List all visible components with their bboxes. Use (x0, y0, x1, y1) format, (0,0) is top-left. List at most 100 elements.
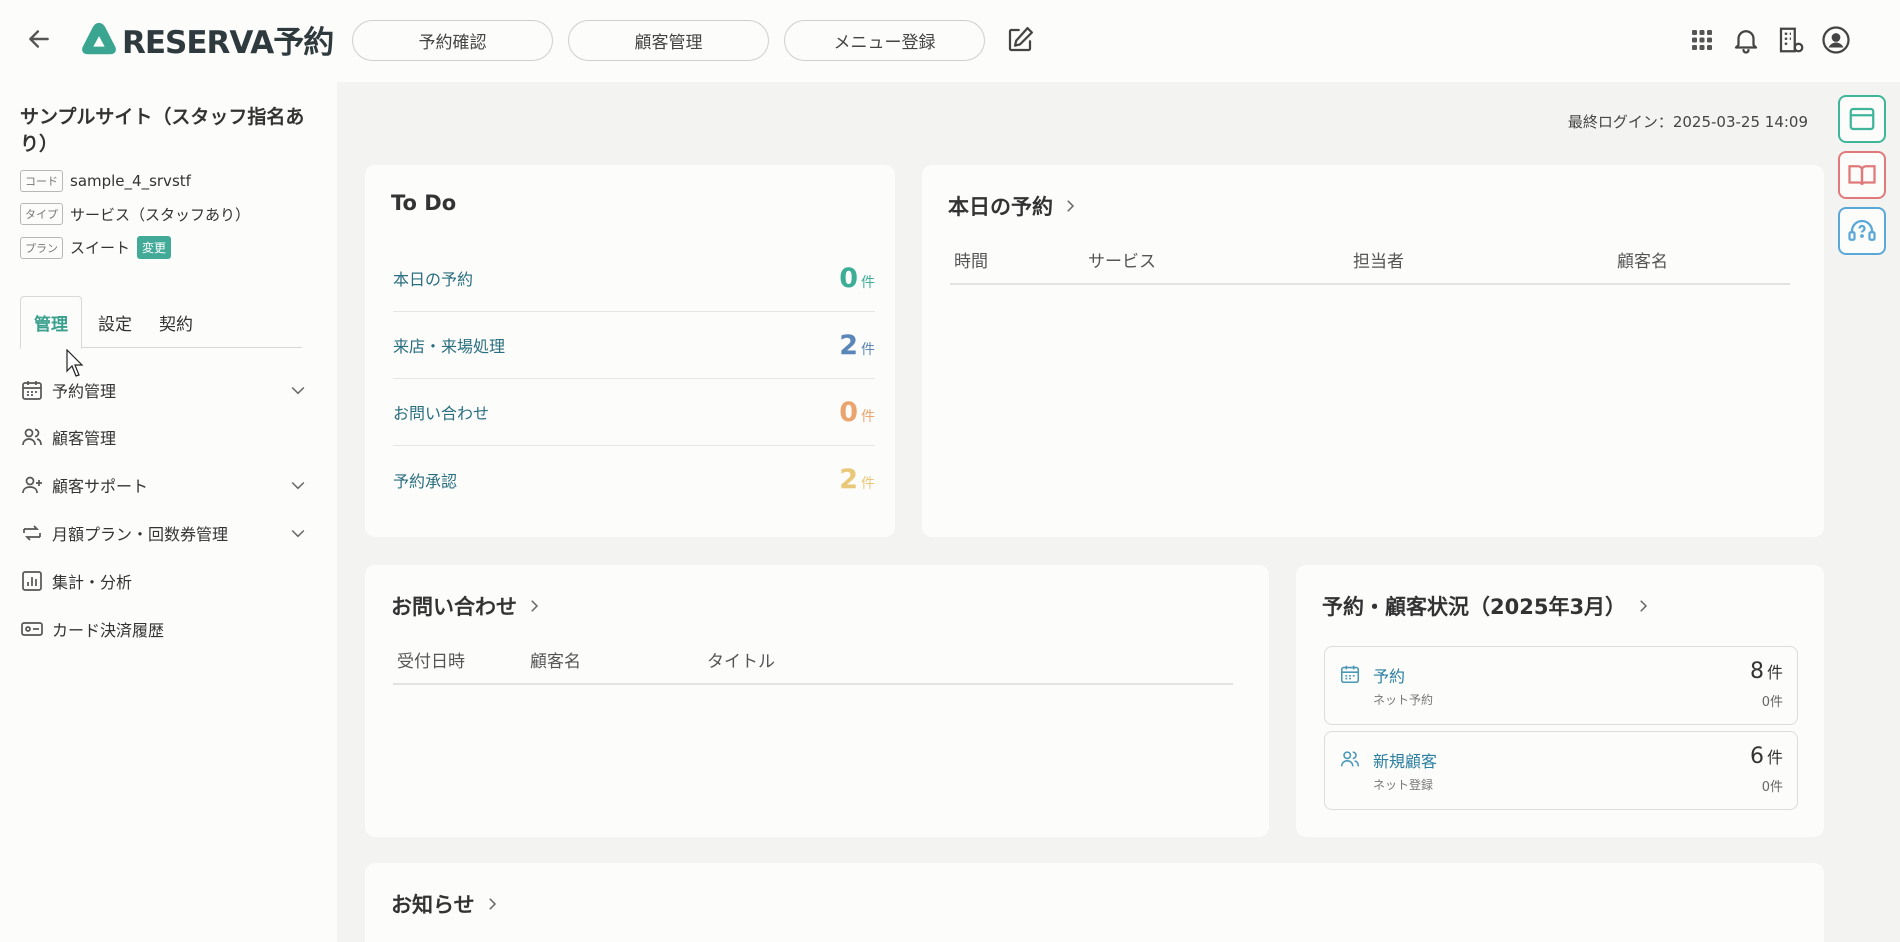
stat-subcount: 0件 (1761, 780, 1783, 795)
card-title-text: 予約・顧客状況（2025年3月） (1322, 595, 1627, 619)
todo-count: 0 件 (839, 397, 875, 428)
calendar-icon (22, 381, 42, 400)
sidebar-item-reservation-management[interactable]: 予約管理 (20, 370, 308, 410)
account-avatar-icon[interactable] (1821, 25, 1851, 55)
news-card: お知らせ (365, 863, 1824, 942)
back-arrow-icon[interactable] (26, 26, 52, 52)
chevron-right-icon (531, 600, 539, 612)
code-tag: コード (20, 170, 63, 192)
todo-title: To Do (391, 191, 456, 215)
building-settings-icon[interactable] (1776, 25, 1806, 55)
code-row: コード sample_4_srvstf (20, 170, 191, 192)
sidebar-item-customer-support[interactable]: 顧客サポート (20, 465, 308, 505)
todo-row-checkin[interactable]: 来店・来場処理 2 件 (393, 312, 875, 379)
today-reservations-title[interactable]: 本日の予約 (948, 191, 1079, 221)
sidebar-item-subscription-management[interactable]: 月額プラン・回数券管理 (20, 513, 308, 553)
card-icon (21, 622, 43, 636)
stat-subcount: 0件 (1761, 695, 1783, 710)
browser-window-icon (1849, 107, 1875, 131)
type-value: サービス（スタッフあり） (70, 205, 251, 224)
sidebar: サンプルサイト（スタッフ指名あり） コード sample_4_srvstf タイ… (0, 82, 337, 942)
sidebar-tabs: 管理 設定 契約 (20, 296, 302, 349)
repeat-icon (23, 525, 41, 541)
card-title-text: 本日の予約 (948, 195, 1053, 219)
nav-customer-management[interactable]: 顧客管理 (568, 20, 769, 61)
todo-number: 0 (839, 262, 858, 294)
stat-box-new-customers[interactable]: 新規顧客 ネット登録 6 件 0件 (1324, 731, 1798, 810)
type-row: タイプ サービス（スタッフあり） (20, 203, 250, 225)
sidebar-item-analytics[interactable]: 集計・分析 (20, 561, 308, 601)
todo-unit: 件 (861, 341, 875, 358)
stat-count: 6 件 (1750, 744, 1783, 769)
menu-label: 月額プラン・回数券管理 (52, 525, 229, 544)
todo-number: 0 (839, 396, 858, 428)
top-header: RESERVA予約 予約確認 顧客管理 メニュー登録 (0, 0, 1900, 82)
chevron-right-icon (488, 898, 496, 910)
calendar-icon (1340, 665, 1360, 684)
column-header: 顧客名 (1617, 252, 1668, 272)
tab-management[interactable]: 管理 (20, 296, 82, 349)
float-support-button[interactable] (1838, 207, 1886, 255)
column-header: 受付日時 (397, 652, 465, 672)
column-header: タイトル (707, 652, 775, 672)
chevron-down-icon (291, 529, 305, 538)
todo-row-approval[interactable]: 予約承認 2 件 (393, 446, 875, 513)
logo-mark-icon (82, 22, 116, 55)
stat-number: 8 (1749, 659, 1764, 684)
plan-tag: プラン (20, 236, 63, 259)
sidebar-item-customer-management[interactable]: 顧客管理 (20, 417, 308, 457)
todo-count: 2 件 (839, 330, 875, 361)
plan-value: スイート (70, 239, 131, 257)
column-header: サービス (1088, 252, 1156, 272)
todo-number: 2 (839, 329, 858, 361)
bar-chart-icon (22, 571, 42, 591)
table-divider (393, 683, 1233, 685)
inquiries-title[interactable]: お問い合わせ (391, 591, 543, 621)
site-name: サンプルサイト（スタッフ指名あり） (20, 106, 305, 155)
plan-change-button[interactable]: 変更 (137, 236, 172, 259)
todo-card: To Do 本日の予約 0 件 来店・来場処理 2 件 お問い合わせ 0 件 予… (365, 165, 895, 537)
reservation-status-title[interactable]: 予約・顧客状況（2025年3月） (1322, 591, 1652, 621)
nav-menu-registration[interactable]: メニュー登録 (784, 20, 985, 61)
column-header: 担当者 (1353, 252, 1404, 272)
float-site-preview-button[interactable] (1838, 95, 1886, 143)
stat-sublabel: ネット予約 (1373, 693, 1434, 707)
stat-box-reservations[interactable]: 予約 ネット予約 8 件 0件 (1324, 646, 1798, 725)
todo-label: 本日の予約 (393, 270, 474, 289)
todo-label: 予約承認 (393, 471, 458, 491)
edit-icon[interactable] (1005, 25, 1035, 55)
mouse-cursor-icon (66, 349, 84, 377)
news-title[interactable]: お知らせ (391, 889, 501, 919)
open-book-icon (1848, 165, 1876, 186)
float-manual-button[interactable] (1838, 151, 1886, 199)
nav-label: 予約確認 (418, 33, 487, 53)
table-divider (950, 283, 1790, 285)
reserva-logo[interactable]: RESERVA予約 (80, 18, 334, 61)
nav-label: メニュー登録 (833, 33, 936, 53)
menu-label: 予約管理 (52, 382, 117, 401)
todo-label: お問い合わせ (393, 404, 490, 423)
sidebar-item-card-payment-history[interactable]: カード決済履歴 (20, 609, 308, 649)
stat-number: 6 (1749, 744, 1764, 769)
menu-label: 顧客サポート (52, 477, 149, 496)
column-header: 時間 (954, 252, 988, 272)
logo-text: RESERVA予約 (122, 24, 334, 61)
todo-count: 2 件 (839, 464, 875, 495)
tab-contract[interactable]: 契約 (148, 296, 204, 348)
todo-row-today[interactable]: 本日の予約 0 件 (393, 245, 875, 312)
todo-label: 来店・来場処理 (393, 337, 506, 356)
chevron-right-icon (1067, 200, 1075, 212)
nav-reservation-check[interactable]: 予約確認 (352, 20, 553, 61)
card-title-text: お問い合わせ (391, 595, 517, 619)
stat-count: 8 件 (1750, 659, 1783, 684)
today-reservations-card: 本日の予約 時間 サービス 担当者 顧客名 (922, 165, 1824, 537)
apps-grid-icon[interactable] (1687, 25, 1717, 55)
headset-help-icon (1848, 219, 1876, 241)
menu-label: 集計・分析 (52, 573, 133, 592)
type-tag: タイプ (20, 203, 63, 225)
chevron-right-icon (1640, 600, 1648, 612)
tab-settings[interactable]: 設定 (86, 296, 144, 348)
plan-row: プラン スイート 変更 (20, 236, 172, 259)
bell-icon[interactable] (1731, 25, 1761, 55)
todo-row-inquiry[interactable]: お問い合わせ 0 件 (393, 379, 875, 446)
